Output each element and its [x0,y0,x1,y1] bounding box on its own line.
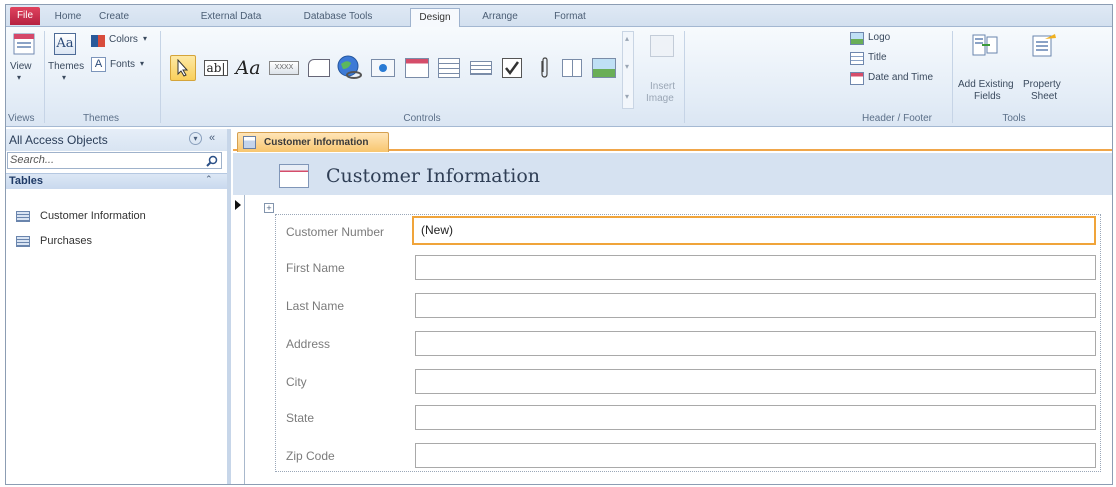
controls-group-label: Controls [403,113,441,124]
tab-file[interactable]: File [10,7,40,25]
image-control-icon[interactable] [591,55,617,81]
separator [952,31,953,123]
customer-number-field[interactable]: (New) [412,216,1096,245]
title-icon [850,52,864,65]
record-selector[interactable] [233,195,245,484]
web-browser-control-icon[interactable] [370,55,396,81]
navigation-control-icon[interactable] [404,55,430,81]
tab-control-icon[interactable] [306,55,332,81]
tab-create[interactable]: Create [92,8,136,27]
customer-number-label: Customer Number [286,225,385,239]
view-button[interactable]: View ▾ [10,31,36,103]
property-sheet-icon [1032,34,1056,57]
layout-move-handle-icon[interactable]: + [264,203,274,213]
nav-section-tables[interactable]: Tables ⌃ [6,173,227,189]
last-name-label: Last Name [286,299,345,313]
chevron-down-icon: ▾ [17,73,22,82]
tab-database-tools[interactable]: Database Tools [300,8,376,27]
themes-icon: Aa [54,33,76,55]
nav-item-customer-information[interactable]: Customer Information [16,207,146,225]
state-label: State [286,411,315,425]
tab-format[interactable]: Format [548,8,592,27]
option-group-icon[interactable] [436,55,462,81]
ribbon: View ▾ Views Aa Themes ▾ Colors ▾ A Font… [6,27,1112,127]
date-time-button[interactable]: Date and Time [850,71,946,87]
ribbon-tab-bar: File Home Create External Data Database … [6,5,1112,28]
address-field[interactable] [415,331,1096,356]
tab-customer-information[interactable]: Customer Information [237,132,389,152]
themes-group-label: Themes [82,113,120,124]
logo-icon [850,32,864,45]
city-label: City [286,375,307,389]
views-group-label: Views [8,113,35,124]
zip-code-label: Zip Code [286,449,335,463]
add-existing-fields-button[interactable]: Add Existing Fields [956,31,1016,107]
nav-pane-title: All Access Objects [9,133,108,147]
colors-icon [91,35,105,47]
table-icon [16,210,30,222]
list-box-control-icon[interactable] [559,55,585,81]
first-name-field[interactable] [415,255,1096,280]
state-field[interactable] [415,405,1096,430]
tab-arrange[interactable]: Arrange [479,8,521,27]
chevron-down-icon: ▾ [62,73,67,82]
header-footer-group-label: Header / Footer [861,113,933,124]
checkbox-control-icon[interactable] [499,55,525,81]
last-name-field[interactable] [415,293,1096,318]
form-header: Customer Information [233,153,1112,195]
select-pointer-icon[interactable] [170,55,196,81]
form-icon [243,136,256,149]
chevron-down-icon: ▾ [140,59,145,68]
address-label: Address [286,337,331,351]
current-record-arrow-icon [235,200,241,210]
tab-external-data[interactable]: External Data [198,8,264,27]
textbox-control-icon[interactable]: ab| [203,55,229,81]
access-window: File Home Create External Data Database … [5,4,1113,485]
navigation-pane: All Access Objects ▾ « Search... Tables … [6,129,231,484]
attachment-control-icon[interactable] [531,55,557,81]
separator [160,31,161,123]
first-name-label: First Name [286,261,345,275]
separator [44,31,45,123]
search-icon[interactable] [206,155,218,167]
themes-button[interactable]: Aa Themes ▾ [48,31,86,103]
button-control-icon[interactable]: XXXX [268,55,300,81]
shutter-bar-close-icon[interactable]: « [209,132,215,144]
tab-design[interactable]: Design [410,8,460,28]
form-title: Customer Information [326,165,541,187]
zip-code-field[interactable] [415,443,1096,468]
city-field[interactable] [415,369,1096,394]
form-view-icon [13,33,35,55]
property-sheet-button[interactable]: Property Sheet [1019,31,1069,107]
collapse-icon[interactable]: ⌃ [205,174,213,185]
nav-item-purchases[interactable]: Purchases [16,232,92,250]
nav-menu-chevron-icon[interactable]: ▾ [189,132,202,145]
label-control-icon[interactable]: Aa [235,55,261,81]
title-button[interactable]: Title [850,51,910,67]
chevron-down-icon: ▾ [143,34,148,43]
separator [684,31,685,123]
hyperlink-control-icon[interactable] [337,55,363,81]
document-tab-bar: Customer Information [233,129,1112,152]
add-fields-icon [972,34,998,56]
form-icon [279,164,309,188]
table-icon [16,235,30,247]
insert-image-button[interactable]: Insert Image [640,31,682,107]
nav-search-input[interactable]: Search... [7,152,222,169]
gallery-scrollbar[interactable]: ▴ ▾ ▾ [622,31,634,109]
logo-button[interactable]: Logo [850,31,910,47]
fonts-button[interactable]: A Fonts ▾ [91,57,155,73]
calendar-icon [850,72,864,85]
colors-button[interactable]: Colors ▾ [91,33,155,49]
insert-image-icon [650,35,674,57]
fonts-icon: A [91,57,106,72]
tab-home[interactable]: Home [48,8,88,27]
page-break-icon[interactable] [468,55,494,81]
nav-pane-header[interactable]: All Access Objects ▾ « [6,129,227,151]
tools-group-label: Tools [1002,113,1026,124]
